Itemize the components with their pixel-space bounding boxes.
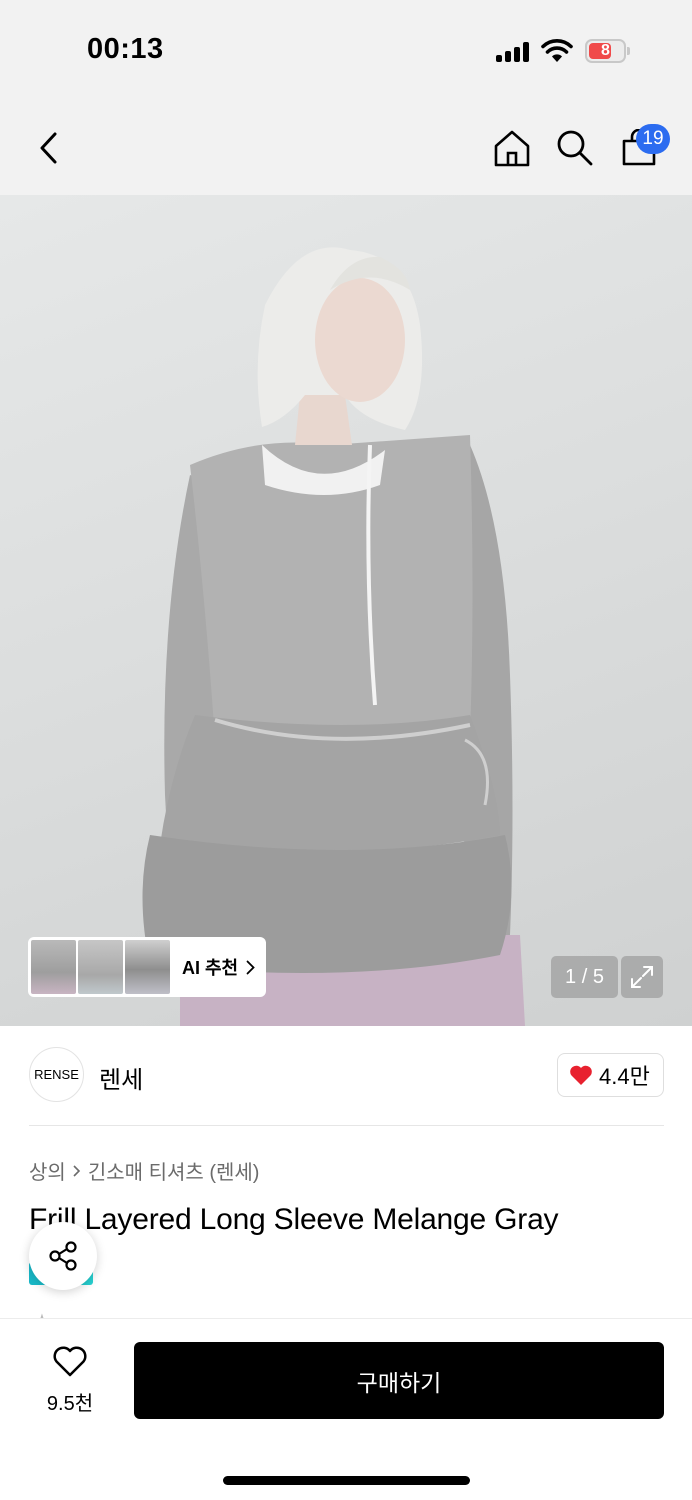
- breadcrumb-subcategory[interactable]: 긴소매 티셔츠 (렌세): [88, 1156, 260, 1185]
- battery-indicator: 8: [585, 39, 630, 63]
- product-image[interactable]: [0, 195, 692, 1026]
- heart-filled-icon: [570, 1065, 592, 1085]
- expand-image-button[interactable]: [621, 956, 663, 998]
- heart-outline-icon: [53, 1346, 87, 1377]
- wishlist-button[interactable]: 9.5천: [32, 1346, 108, 1416]
- brand-logo[interactable]: RENSE: [29, 1047, 84, 1102]
- product-title: Frill Layered Long Sleeve Melange Gray: [29, 1203, 559, 1236]
- model-photo: [142, 247, 525, 1026]
- share-icon: [49, 1241, 77, 1271]
- wishlist-count: 9.5천: [46, 1393, 94, 1415]
- search-button[interactable]: [553, 126, 597, 170]
- expand-icon: [631, 966, 653, 988]
- ai-thumbnail: [31, 940, 76, 994]
- brand-like-button[interactable]: 4.4만: [557, 1053, 664, 1097]
- status-bar: 00:13 8: [0, 0, 692, 100]
- back-button[interactable]: [27, 126, 71, 170]
- home-button[interactable]: [490, 126, 534, 170]
- cellular-signal-icon: [496, 42, 532, 62]
- section-divider: [29, 1125, 664, 1126]
- share-button[interactable]: [29, 1222, 97, 1290]
- chevron-right-icon: [73, 1164, 80, 1177]
- brand-name[interactable]: 렌세: [99, 1060, 143, 1095]
- chevron-right-icon: [246, 960, 255, 974]
- breadcrumb-category[interactable]: 상의: [29, 1156, 66, 1185]
- image-page-indicator: 1 / 5: [551, 956, 618, 998]
- chevron-left-icon: [40, 132, 57, 164]
- battery-level: 8: [601, 42, 610, 59]
- brand-like-count: 4.4만: [599, 1064, 650, 1089]
- ai-thumbnail: [78, 940, 123, 994]
- home-indicator: [223, 1476, 470, 1485]
- buy-button[interactable]: 구매하기: [134, 1342, 664, 1419]
- top-nav-bar: [0, 100, 692, 195]
- ai-recommend-button[interactable]: AI 추천: [28, 937, 266, 997]
- status-time: 00:13: [87, 33, 164, 65]
- cart-count-badge: 19: [636, 124, 670, 154]
- wifi-icon: [541, 39, 573, 62]
- home-icon: [494, 130, 530, 167]
- breadcrumb: 상의 긴소매 티셔츠 (렌세): [29, 1156, 259, 1185]
- ai-recommend-label: AI 추천: [182, 958, 239, 978]
- search-icon: [557, 130, 593, 166]
- ai-thumbnail: [125, 940, 170, 994]
